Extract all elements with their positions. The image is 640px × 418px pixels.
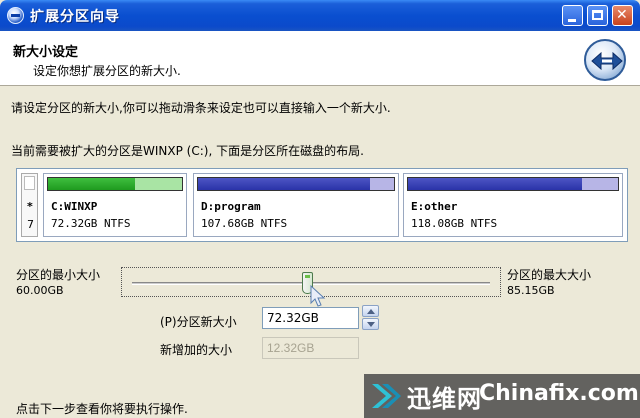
app-icon [7, 7, 24, 24]
partition-size: 72.32GB NTFS [51, 217, 131, 230]
maximize-icon [592, 10, 603, 20]
close-button[interactable]: ✕ [612, 5, 633, 26]
instruction-text: 请设定分区的新大小,你可以拖动滑条来设定也可以直接输入一个新大小. [11, 101, 391, 115]
max-size-value: 85.15GB [507, 284, 555, 297]
page-subtitle: 设定你想扩展分区的新大小. [33, 64, 181, 78]
partition-e[interactable]: E:other 118.08GB NTFS [403, 173, 623, 237]
disk-symbol: * [27, 200, 33, 213]
partition-name: D:program [201, 200, 261, 213]
spin-down-button[interactable] [362, 318, 379, 330]
maximize-button[interactable] [587, 5, 608, 26]
added-size-label: 新增加的大小 [160, 343, 233, 357]
min-size-value: 60.00GB [16, 284, 64, 297]
mouse-cursor-icon [310, 285, 326, 307]
new-size-input[interactable] [262, 307, 359, 329]
partition-name: E:other [411, 200, 458, 213]
usage-fill [408, 178, 583, 190]
disk-number: 7 [27, 218, 34, 231]
watermark-en-text: Chinafix.com [479, 381, 639, 406]
spin-up-button[interactable] [362, 305, 379, 317]
usage-fill [48, 178, 136, 190]
new-size-label: (P)分区新大小 [160, 315, 237, 329]
disk-icon [24, 176, 35, 190]
window-title: 扩展分区向导 [30, 9, 120, 25]
max-size-label: 分区的最大大小 [507, 268, 592, 282]
title-bar[interactable]: 扩展分区向导 ✕ [0, 0, 640, 31]
minimize-button[interactable] [562, 5, 583, 26]
partition-d[interactable]: D:program 107.68GB NTFS [193, 173, 399, 237]
close-icon: ✕ [616, 7, 628, 23]
new-size-spinner[interactable] [362, 305, 379, 330]
wizard-header: 新大小设定 设定你想扩展分区的新大小. [0, 31, 640, 86]
minimize-icon [568, 19, 576, 22]
partition-usage-bar [197, 177, 395, 191]
watermark-logo-icon [372, 384, 401, 408]
partition-usage-bar [47, 177, 183, 191]
disk-layout: * 7 C:WINXP 72.32GB NTFS D:program 107.6… [16, 168, 628, 242]
watermark: 迅维网 Chinafix.com [364, 374, 640, 418]
partition-size: 107.68GB NTFS [201, 217, 288, 230]
resize-arrows-icon [584, 39, 626, 81]
added-size-input [262, 337, 359, 359]
partition-c[interactable]: C:WINXP 72.32GB NTFS [43, 173, 187, 237]
page-title: 新大小设定 [13, 45, 79, 60]
partition-size: 118.08GB NTFS [411, 217, 498, 230]
min-size-label: 分区的最小大小 [16, 268, 101, 282]
partition-name: C:WINXP [51, 200, 98, 213]
layout-description: 当前需要被扩大的分区是WINXP (C:), 下面是分区所在磁盘的布局. [11, 144, 364, 158]
disk-label: * 7 [21, 173, 38, 237]
watermark-cn-text: 迅维网 [407, 385, 482, 413]
partition-usage-bar [407, 177, 619, 191]
footer-hint: 点击下一步查看你将要执行操作. [16, 402, 188, 416]
usage-fill [198, 178, 371, 190]
